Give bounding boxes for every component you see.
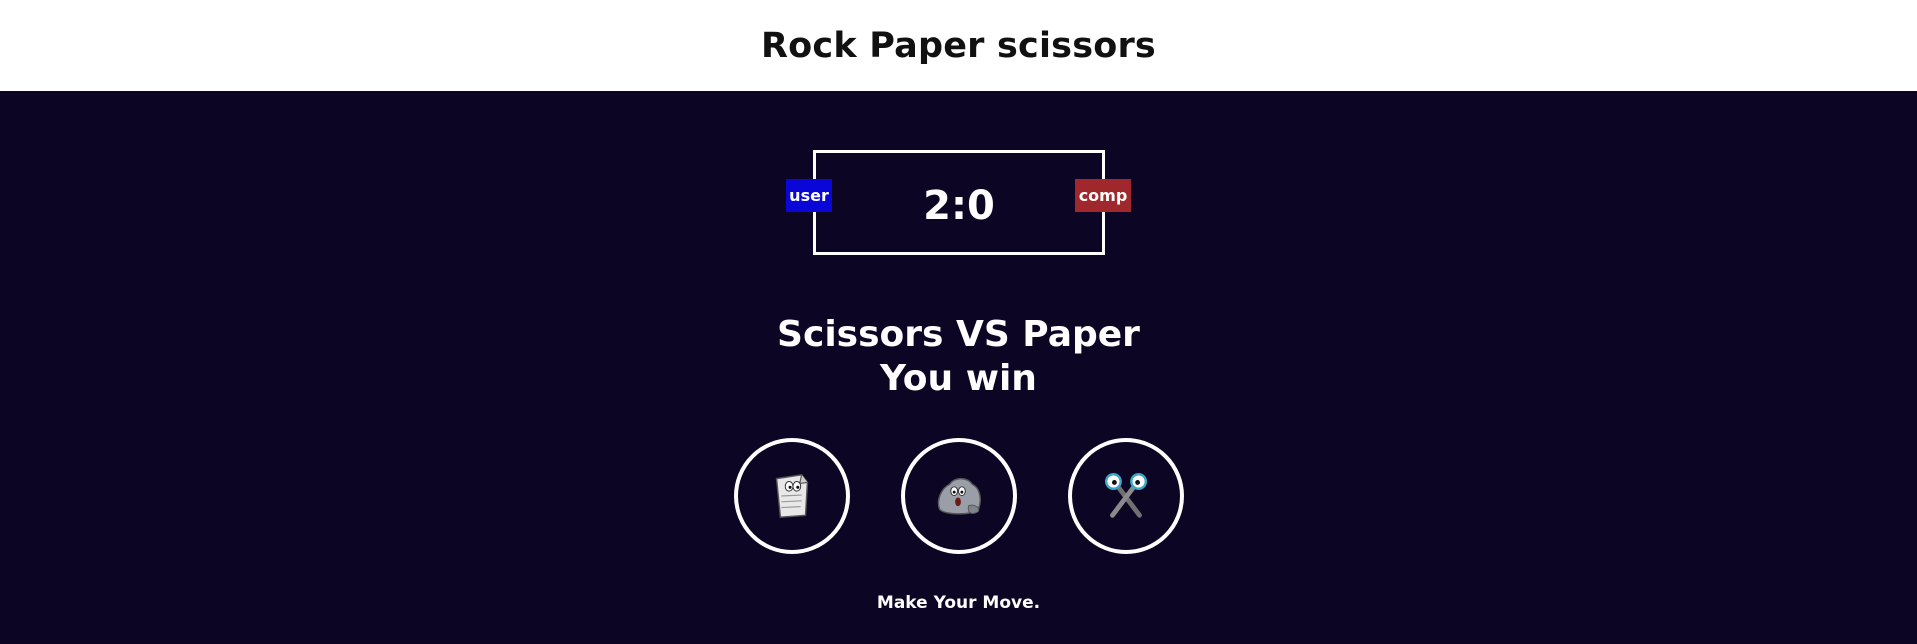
paper-button[interactable] (734, 438, 850, 554)
page-header: Rock Paper scissors (0, 0, 1917, 91)
scissors-icon (1104, 473, 1148, 518)
matchup-text: Scissors VS Paper (777, 314, 1140, 355)
rock-button[interactable] (901, 438, 1017, 554)
outcome-text: You win (880, 358, 1037, 399)
scoreboard: 2:0 (813, 150, 1105, 255)
page-title: Rock Paper scissors (761, 25, 1156, 66)
user-badge: user (786, 179, 832, 212)
comp-badge: comp (1075, 179, 1131, 212)
scissors-button[interactable] (1068, 438, 1184, 554)
rock-icon (937, 477, 981, 515)
paper-icon (775, 473, 809, 519)
status-message: Make Your Move. (876, 593, 1041, 613)
score-display: 2:0 (923, 182, 995, 229)
result-text: Scissors VS Paper You win (0, 313, 1917, 401)
